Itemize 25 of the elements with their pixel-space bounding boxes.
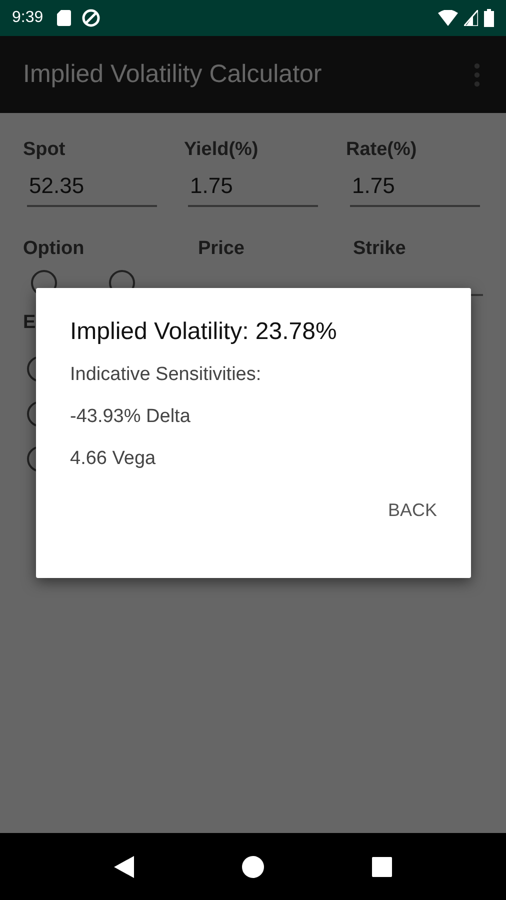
data-saver-icon	[81, 8, 102, 28]
dialog-subtitle: Indicative Sensitivities:	[70, 364, 262, 386]
sensitivity-text: -43.93% Delta	[70, 406, 190, 428]
input-field[interactable]: 52.35	[27, 169, 157, 207]
status-time: 9:39	[12, 9, 44, 27]
sensitivity-text: 4.66 Vega	[70, 448, 156, 470]
dialog-title: Implied Volatility: 23.78%	[70, 318, 337, 346]
field-label: Option	[23, 238, 86, 260]
field-label: E	[23, 312, 36, 334]
wifi-icon	[438, 10, 458, 26]
field-label: Yield(%)	[184, 139, 260, 161]
field-label: Price	[198, 238, 246, 260]
home-icon[interactable]	[242, 856, 264, 878]
back-button[interactable]: BACK	[372, 492, 453, 529]
app-title: Implied Volatility Calculator	[23, 60, 322, 89]
signal-icon	[464, 10, 478, 26]
field-label: Spot	[23, 139, 66, 161]
back-icon[interactable]	[114, 856, 134, 878]
sd-card-icon	[57, 10, 72, 26]
input-field[interactable]: 1.75	[188, 169, 318, 207]
field-label: Strike	[353, 238, 407, 260]
field-label: Rate(%)	[346, 139, 418, 161]
input-field[interactable]: 1.75	[350, 169, 480, 207]
recents-icon[interactable]	[372, 856, 392, 876]
battery-icon	[484, 9, 494, 27]
